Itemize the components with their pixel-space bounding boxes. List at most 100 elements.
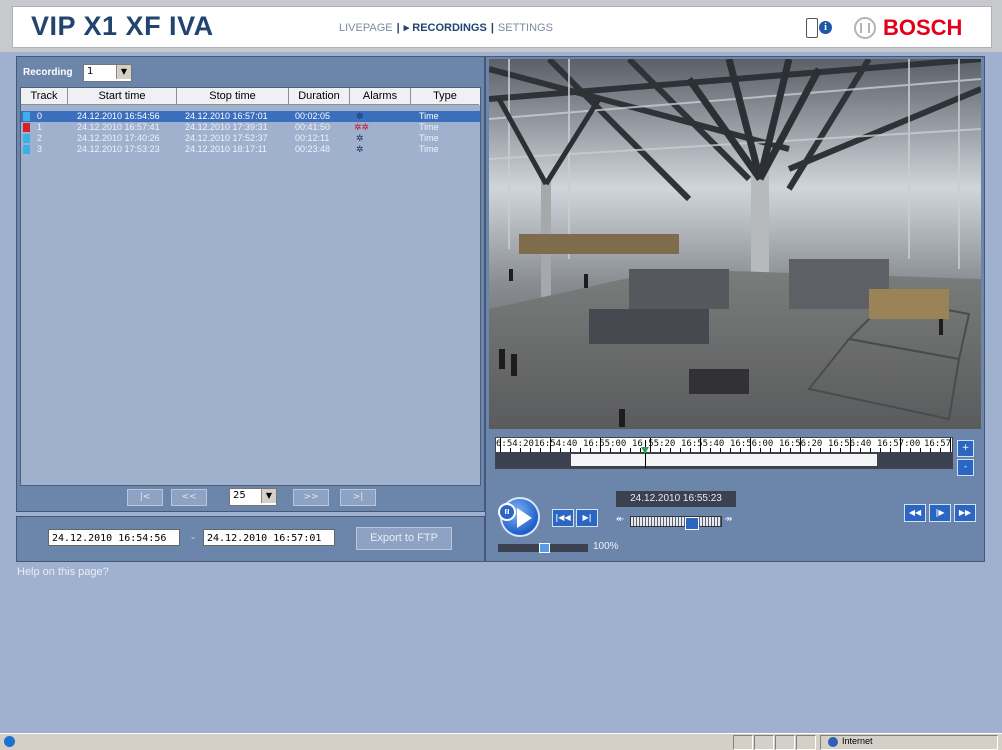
export-stop-input[interactable]: 24.12.2010 16:57:01	[203, 529, 335, 546]
track-marker	[23, 134, 30, 143]
timeline-tick	[950, 438, 951, 452]
recording-select-value: 1	[87, 66, 94, 77]
previous-track-button[interactable]: |◀◀	[552, 509, 574, 527]
camera-icon[interactable]	[806, 18, 818, 38]
help-link[interactable]: Help on this page?	[17, 566, 109, 578]
speed-thumb[interactable]	[685, 517, 699, 530]
timeline-tick	[550, 438, 551, 452]
recording-segment[interactable]	[571, 454, 877, 466]
timeline-ruler: 6:54:20 16:54:40 16:55:00 16:55:20 16:55…	[496, 438, 952, 452]
timeline-tick	[500, 438, 501, 452]
statusbar-cell	[733, 735, 753, 750]
cell-track: 2	[37, 133, 43, 143]
nav-settings[interactable]: SETTINGS	[498, 22, 553, 34]
browser-statusbar: Internet	[0, 733, 1002, 750]
table-row[interactable]: 1 24.12.2010 16:57:41 24.12.2010 17:39:3…	[21, 122, 480, 133]
first-page-button[interactable]: |<	[127, 489, 163, 506]
alarm-motion-icon: ✲	[356, 111, 364, 121]
page-size-select[interactable]: 25 ▼	[229, 488, 277, 506]
timeline[interactable]: 6:54:20 16:54:40 16:55:00 16:55:20 16:55…	[495, 437, 953, 469]
cell-duration: 00:12:11	[295, 133, 330, 143]
playback-timestamp: 24.12.2010 16:55:23	[616, 491, 736, 507]
table-row[interactable]: 2 24.12.2010 17:40:26 24.12.2010 17:52:3…	[21, 133, 480, 144]
prev-page-button[interactable]: <<	[171, 489, 207, 506]
cell-duration: 00:41:50	[295, 122, 331, 132]
zoom-out-icon[interactable]: -	[957, 459, 974, 476]
last-page-button[interactable]: >|	[340, 489, 376, 506]
alarm-motion-icon: ✲✲	[354, 122, 370, 132]
column-stop-time[interactable]: Stop time	[177, 88, 289, 105]
timeline-tick	[650, 438, 651, 452]
cell-type: Time	[419, 111, 439, 121]
timeline-label: 16:56:00	[730, 439, 774, 449]
video-frame[interactable]	[489, 59, 981, 429]
column-duration[interactable]: Duration	[289, 88, 350, 105]
volume-slider[interactable]	[498, 543, 588, 553]
page-size-value: 25	[233, 490, 246, 501]
timeline-tick	[750, 438, 751, 452]
pause-icon[interactable]: II	[498, 503, 516, 521]
cell-duration: 00:23:48	[295, 144, 331, 154]
nav-separator: |	[396, 22, 400, 34]
column-start-time[interactable]: Start time	[68, 88, 177, 105]
nav-recordings[interactable]: ▸ RECORDINGS	[404, 22, 487, 34]
export-start-input[interactable]: 24.12.2010 16:54:56	[48, 529, 180, 546]
speed-track[interactable]	[630, 516, 722, 530]
volume-thumb[interactable]	[539, 543, 550, 553]
fast-runner-icon: ↠	[724, 514, 733, 525]
nav-livepage[interactable]: LIVEPAGE	[339, 22, 393, 34]
cell-start: 24.12.2010 16:57:41	[77, 122, 160, 132]
chevron-down-icon[interactable]: ▼	[261, 489, 276, 503]
table-row[interactable]: 0 24.12.2010 16:54:56 24.12.2010 16:57:0…	[21, 111, 480, 122]
fast-forward-button[interactable]: ▶▶	[954, 504, 976, 522]
column-type[interactable]: Type	[411, 88, 479, 105]
cell-type: Time	[419, 133, 439, 143]
track-marker	[23, 112, 30, 121]
export-panel: 24.12.2010 16:54:56 - 24.12.2010 16:57:0…	[16, 516, 485, 562]
timeline-tick	[850, 438, 851, 452]
chevron-down-icon[interactable]: ▼	[116, 65, 131, 79]
timeline-tick	[600, 438, 601, 452]
brand-logo: BOSCH	[883, 15, 963, 40]
recording-select[interactable]: 1 ▼	[83, 64, 132, 82]
bosch-logo-icon	[854, 17, 876, 39]
app-title: VIP X1 XF IVA	[31, 11, 214, 41]
timeline-tick	[900, 438, 901, 452]
zoom-in-icon[interactable]: +	[957, 440, 974, 457]
nav-separator: |	[490, 22, 494, 34]
table-row[interactable]: 3 24.12.2010 17:53:23 24.12.2010 18:17:1…	[21, 144, 480, 155]
video-image	[489, 59, 981, 429]
column-alarms[interactable]: Alarms	[350, 88, 411, 105]
export-to-ftp-button[interactable]: Export to FTP	[356, 527, 452, 550]
volume-value: 100%	[593, 541, 619, 552]
track-table: Track Start time Stop time Duration Alar…	[20, 87, 481, 486]
alarm-motion-icon: ✲	[356, 144, 364, 154]
rewind-button[interactable]: ◀◀	[904, 504, 926, 522]
statusbar-cell	[754, 735, 774, 750]
header-panel: VIP X1 XF IVA LIVEPAGE | ▸ RECORDINGS | SETT…	[12, 6, 992, 48]
playhead[interactable]	[645, 440, 646, 468]
timeline-label: 6:54:20	[496, 439, 534, 449]
cell-type: Time	[419, 144, 439, 154]
playhead-marker-icon[interactable]	[641, 447, 649, 454]
slow-walker-icon: ↞	[616, 514, 625, 525]
track-marker	[23, 145, 30, 154]
cell-track: 1	[37, 122, 43, 132]
statusbar-cell	[796, 735, 816, 750]
next-page-button[interactable]: >>	[293, 489, 329, 506]
track-marker	[23, 123, 30, 132]
playback-speed-slider[interactable]: ↞ ↠	[616, 514, 736, 530]
statusbar-cell	[775, 735, 795, 750]
pager: |< << 25 ▼ >> >|	[17, 485, 484, 511]
column-track[interactable]: Track	[21, 88, 68, 105]
timeline-label: 16:55:40	[681, 439, 725, 449]
cell-stop: 24.12.2010 18:17:11	[185, 144, 267, 154]
info-icon[interactable]: i	[819, 21, 832, 34]
recordings-panel: Recording 1 ▼ Track Start time Stop time…	[16, 56, 485, 512]
timeline-tick	[700, 438, 701, 452]
step-frame-button[interactable]: |▶	[929, 504, 951, 522]
timeline-label: 16:55:20	[632, 439, 676, 449]
next-track-button[interactable]: ▶|	[576, 509, 598, 527]
timeline-track[interactable]	[496, 440, 952, 468]
browser-icon	[4, 736, 15, 747]
